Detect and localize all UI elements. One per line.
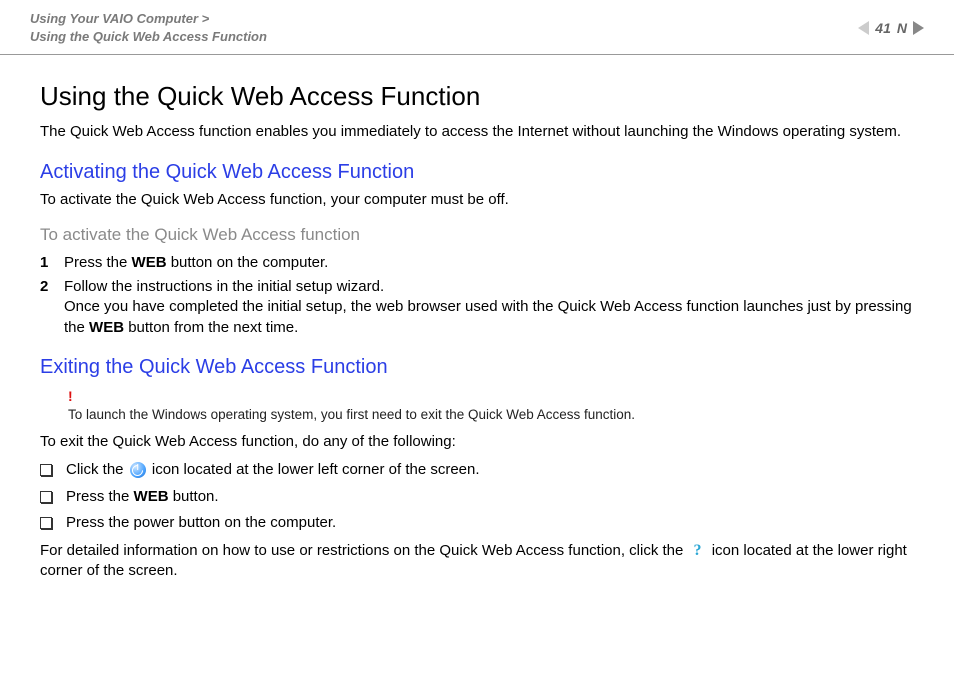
list-item-text: Press the WEB button. [66,487,219,507]
text-fragment: For detailed information on how to use o… [40,542,688,559]
text-fragment: button on the computer. [167,254,329,271]
activating-subheading: To activate the Quick Web Access functio… [40,224,914,247]
bullet-icon [40,517,52,529]
bullet-icon [40,464,52,476]
step-2: 2 Follow the instructions in the initial… [40,277,914,338]
list-item: Press the power button on the computer. [40,513,914,533]
activation-steps: 1 Press the WEB button on the computer. … [40,253,914,338]
text-fragment: icon located at the lower left corner of… [148,461,480,478]
section-exiting-heading: Exiting the Quick Web Access Function [40,354,914,381]
step-number: 2 [40,277,64,338]
breadcrumb: Using Your VAIO Computer > Using the Qui… [30,10,267,46]
warning-text: To launch the Windows operating system, … [68,406,914,424]
breadcrumb-line-2: Using the Quick Web Access Function [30,28,267,46]
next-page-icon[interactable] [913,21,924,35]
warning-icon: ! [68,387,914,406]
page-header: Using Your VAIO Computer > Using the Qui… [0,0,954,55]
web-button-label: WEB [134,488,169,505]
page-title: Using the Quick Web Access Function [40,79,914,114]
list-item: Click the icon located at the lower left… [40,460,914,480]
help-icon: ? [690,543,706,559]
text-fragment: Click the [66,461,128,478]
exit-options-list: Click the icon located at the lower left… [40,460,914,533]
nav-letter: N [897,20,907,36]
text-fragment: Follow the instructions in the initial s… [64,278,384,295]
list-item-text: Click the icon located at the lower left… [66,460,480,480]
exiting-paragraph: To exit the Quick Web Access function, d… [40,432,914,452]
web-button-label: WEB [132,254,167,271]
text-fragment: button from the next time. [124,319,298,336]
pager: 41 N [858,20,924,36]
page-number: 41 [875,20,891,36]
step-number: 1 [40,253,64,273]
list-item-text: Press the power button on the computer. [66,513,336,533]
section-activating-heading: Activating the Quick Web Access Function [40,159,914,186]
bullet-icon [40,491,52,503]
intro-paragraph: The Quick Web Access function enables yo… [40,122,914,142]
step-text: Press the WEB button on the computer. [64,253,914,273]
step-text: Follow the instructions in the initial s… [64,277,914,338]
breadcrumb-line-1: Using Your VAIO Computer > [30,10,267,28]
text-fragment: button. [169,488,219,505]
prev-page-icon[interactable] [858,21,869,35]
activating-paragraph: To activate the Quick Web Access functio… [40,190,914,210]
web-button-label: WEB [89,319,124,336]
tail-paragraph: For detailed information on how to use o… [40,541,914,582]
step-1: 1 Press the WEB button on the computer. [40,253,914,273]
list-item: Press the WEB button. [40,487,914,507]
text-fragment: Press the [66,488,134,505]
page-content: Using the Quick Web Access Function The … [0,55,954,581]
power-icon [130,462,146,478]
text-fragment: Press the [64,254,132,271]
